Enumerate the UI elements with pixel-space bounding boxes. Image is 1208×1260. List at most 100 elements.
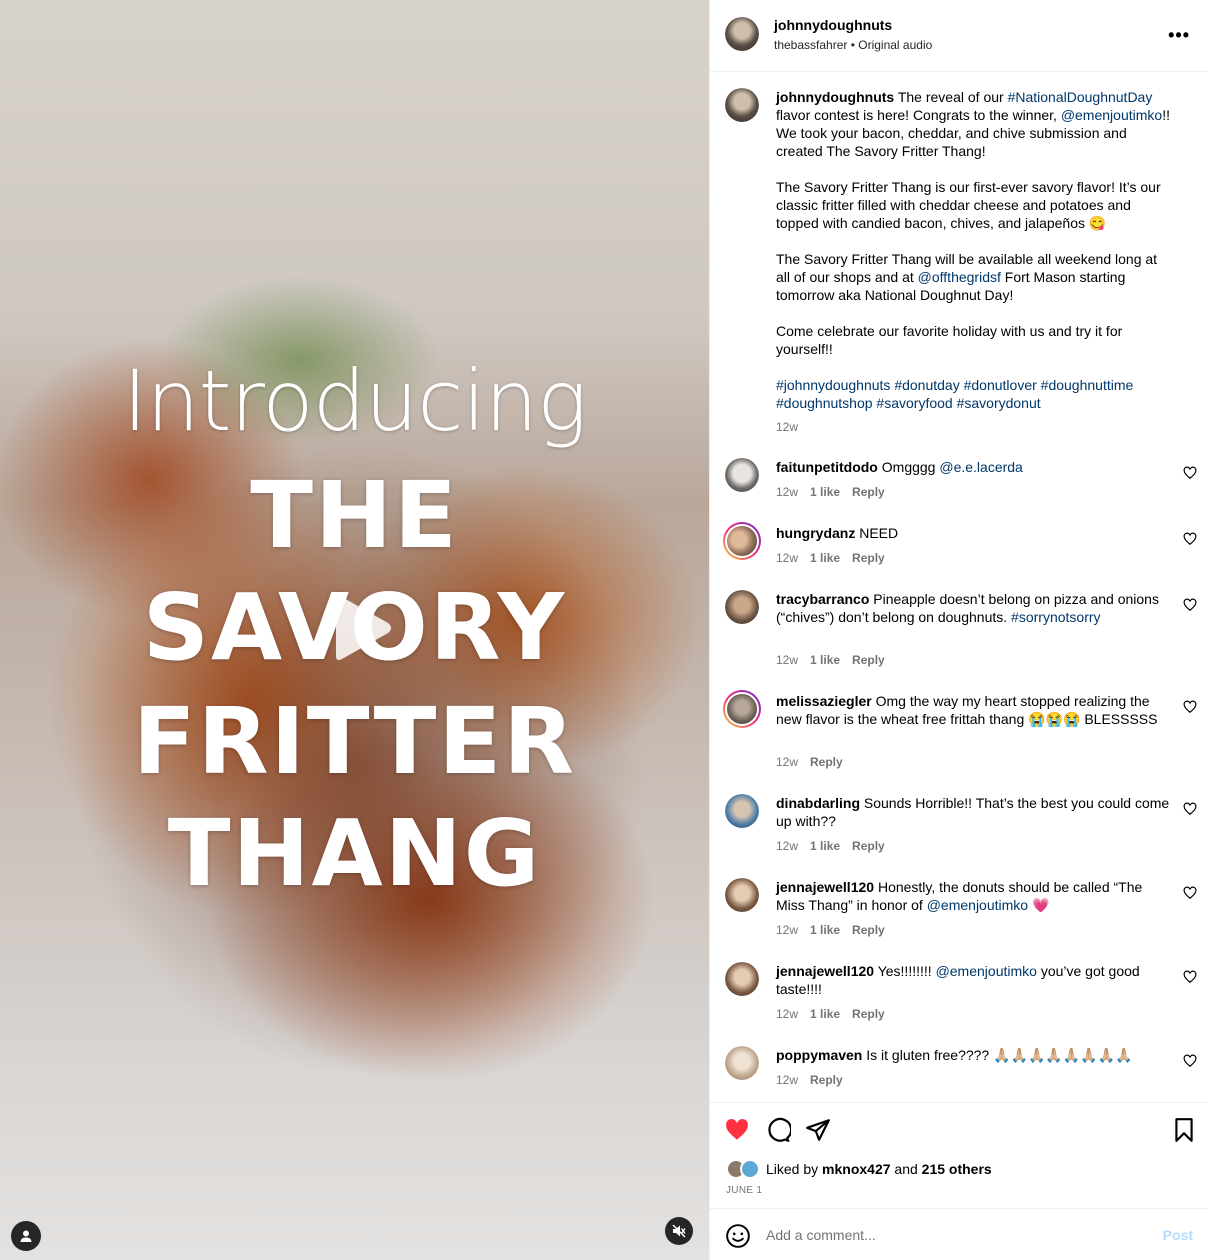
- comment-body: NEED: [859, 525, 899, 541]
- heart-filled-icon[interactable]: [724, 1117, 750, 1143]
- mention-link[interactable]: @emenjoutimko: [1061, 107, 1162, 123]
- heart-outline-icon[interactable]: [1183, 886, 1197, 900]
- caption-hashtags[interactable]: #johnnydoughnuts #donutday #donutlover #…: [776, 376, 1172, 412]
- heart-outline-icon[interactable]: [1183, 802, 1197, 816]
- reply-button[interactable]: Reply: [852, 485, 885, 499]
- commenter-avatar[interactable]: [725, 878, 759, 912]
- mention-link[interactable]: @offthegridsf: [918, 269, 1001, 285]
- likes-count-link[interactable]: 215 others: [922, 1161, 992, 1177]
- reply-button[interactable]: Reply: [852, 839, 885, 853]
- comment-likes[interactable]: 1 like: [810, 653, 840, 667]
- person-icon: [20, 1230, 32, 1242]
- comment-body: Is it gluten free???? 🙏🏼🙏🏼🙏🏼🙏🏼🙏🏼🙏🏼🙏🏼🙏🏼: [866, 1047, 1133, 1063]
- send-icon[interactable]: [805, 1117, 831, 1143]
- more-horizontal-icon[interactable]: •••: [1168, 26, 1190, 44]
- caption-paragraph: Come celebrate our favorite holiday with…: [776, 323, 1123, 357]
- liked-mid: and: [890, 1161, 922, 1177]
- hashtag-link[interactable]: #sorrynotsorry: [1011, 609, 1100, 625]
- caption-username[interactable]: johnnydoughnuts: [776, 89, 894, 105]
- comment-meta: 12w 1 like Reply: [776, 1007, 897, 1021]
- reply-button[interactable]: Reply: [810, 1073, 843, 1087]
- comment-username[interactable]: jennajewell120: [776, 963, 874, 979]
- comment-likes[interactable]: 1 like: [810, 923, 840, 937]
- comment-input[interactable]: [766, 1223, 1146, 1247]
- mention-link[interactable]: @emenjoutimko: [927, 897, 1028, 913]
- comment-meta: 12w Reply: [776, 755, 855, 769]
- comment-username[interactable]: tracybarranco: [776, 591, 869, 607]
- comment-text: poppymaven Is it gluten free???? 🙏🏼🙏🏼🙏🏼🙏…: [776, 1046, 1172, 1064]
- mention-link[interactable]: @e.e.lacerda: [939, 459, 1022, 475]
- comment-username[interactable]: poppymaven: [776, 1047, 862, 1063]
- reply-button[interactable]: Reply: [852, 551, 885, 565]
- caption-paragraph: The Savory Fritter Thang is our first-ev…: [776, 179, 1161, 231]
- mute-toggle-button[interactable]: [665, 1217, 693, 1245]
- comment-text: melissaziegler Omg the way my heart stop…: [776, 692, 1172, 728]
- heart-outline-icon[interactable]: [1183, 598, 1197, 612]
- heart-outline-icon[interactable]: [1183, 700, 1197, 714]
- caption-author-avatar[interactable]: [725, 88, 759, 122]
- comment-text: dinabdarling Sounds Horrible!! That’s th…: [776, 794, 1172, 830]
- heart-outline-icon[interactable]: [1183, 532, 1197, 546]
- heart-outline-icon[interactable]: [1183, 1054, 1197, 1068]
- post-media-video[interactable]: Introducing THE SAVORY FRITTER THANG: [0, 0, 709, 1260]
- author-username[interactable]: johnnydoughnuts: [774, 17, 892, 33]
- post-comment-button[interactable]: Post: [1163, 1227, 1193, 1243]
- commenter-avatar[interactable]: [725, 962, 759, 996]
- caption-text: johnnydoughnuts The reveal of our #Natio…: [776, 88, 1172, 436]
- comment-meta: 12w 1 like Reply: [776, 923, 897, 937]
- comment-username[interactable]: dinabdarling: [776, 795, 860, 811]
- commenter-avatar[interactable]: [725, 458, 759, 492]
- comment-meta: 12w 1 like Reply: [776, 485, 897, 499]
- comment-time: 12w: [776, 755, 799, 769]
- comment-time: 12w: [776, 1073, 799, 1087]
- emoji-icon[interactable]: [725, 1223, 751, 1249]
- overlay-title-line-4: THANG: [167, 800, 542, 907]
- bookmark-icon[interactable]: [1171, 1117, 1197, 1143]
- reply-button[interactable]: Reply: [852, 653, 885, 667]
- likes-summary[interactable]: Liked by mknox427 and 215 others: [726, 1159, 992, 1179]
- comment-text: jennajewell120 Honestly, the donuts shou…: [776, 878, 1172, 914]
- play-icon[interactable]: [324, 592, 394, 664]
- overlay-title-line-1: THE: [250, 462, 459, 569]
- comment-time: 12w: [776, 653, 799, 667]
- commenter-avatar[interactable]: [725, 590, 759, 624]
- comment-text: jennajewell120 Yes!!!!!!!! @emenjoutimko…: [776, 962, 1172, 998]
- comment-time: 12w: [776, 1007, 799, 1021]
- reply-button[interactable]: Reply: [852, 923, 885, 937]
- reply-button[interactable]: Reply: [810, 755, 843, 769]
- comment-text: faitunpetitdodo Omgggg @e.e.lacerda: [776, 458, 1172, 476]
- comment-username[interactable]: hungrydanz: [776, 525, 855, 541]
- commenter-avatar[interactable]: [725, 794, 759, 828]
- comment-username[interactable]: melissaziegler: [776, 693, 872, 709]
- heart-outline-icon[interactable]: [1183, 970, 1197, 984]
- commenter-avatar[interactable]: [723, 522, 761, 560]
- commenter-avatar[interactable]: [723, 690, 761, 728]
- comment-text: tracybarranco Pineapple doesn’t belong o…: [776, 590, 1172, 626]
- caption-text-part: The reveal of our: [897, 89, 1008, 105]
- comment-username[interactable]: jennajewell120: [776, 879, 874, 895]
- commenter-avatar[interactable]: [725, 1046, 759, 1080]
- liked-user-link[interactable]: mknox427: [822, 1161, 890, 1177]
- mention-link[interactable]: @emenjoutimko: [936, 963, 1037, 979]
- comment-likes[interactable]: 1 like: [810, 485, 840, 499]
- muted-speaker-icon: [672, 1224, 686, 1238]
- comment-likes[interactable]: 1 like: [810, 839, 840, 853]
- hashtag-link[interactable]: #NationalDoughnutDay: [1008, 89, 1153, 105]
- comment-meta: 12w 1 like Reply: [776, 653, 897, 667]
- heart-outline-icon[interactable]: [1183, 466, 1197, 480]
- comment-time: 12w: [776, 551, 799, 565]
- reply-button[interactable]: Reply: [852, 1007, 885, 1021]
- comment-text: hungrydanz NEED: [776, 524, 1172, 542]
- comment-meta: 12w 1 like Reply: [776, 839, 897, 853]
- tagged-users-button[interactable]: [11, 1221, 41, 1251]
- comments-list[interactable]: johnnydoughnuts The reveal of our #Natio…: [710, 72, 1208, 1102]
- comment-likes[interactable]: 1 like: [810, 551, 840, 565]
- post-date[interactable]: JUNE 1: [726, 1185, 762, 1196]
- comment-icon[interactable]: [765, 1117, 791, 1143]
- audio-attribution[interactable]: thebassfahrer • Original audio: [774, 38, 932, 52]
- comment-username[interactable]: faitunpetitdodo: [776, 459, 878, 475]
- overlay-title-line-3: FRITTER: [132, 688, 577, 795]
- comment-time: 12w: [776, 485, 799, 499]
- author-avatar[interactable]: [725, 17, 759, 51]
- comment-likes[interactable]: 1 like: [810, 1007, 840, 1021]
